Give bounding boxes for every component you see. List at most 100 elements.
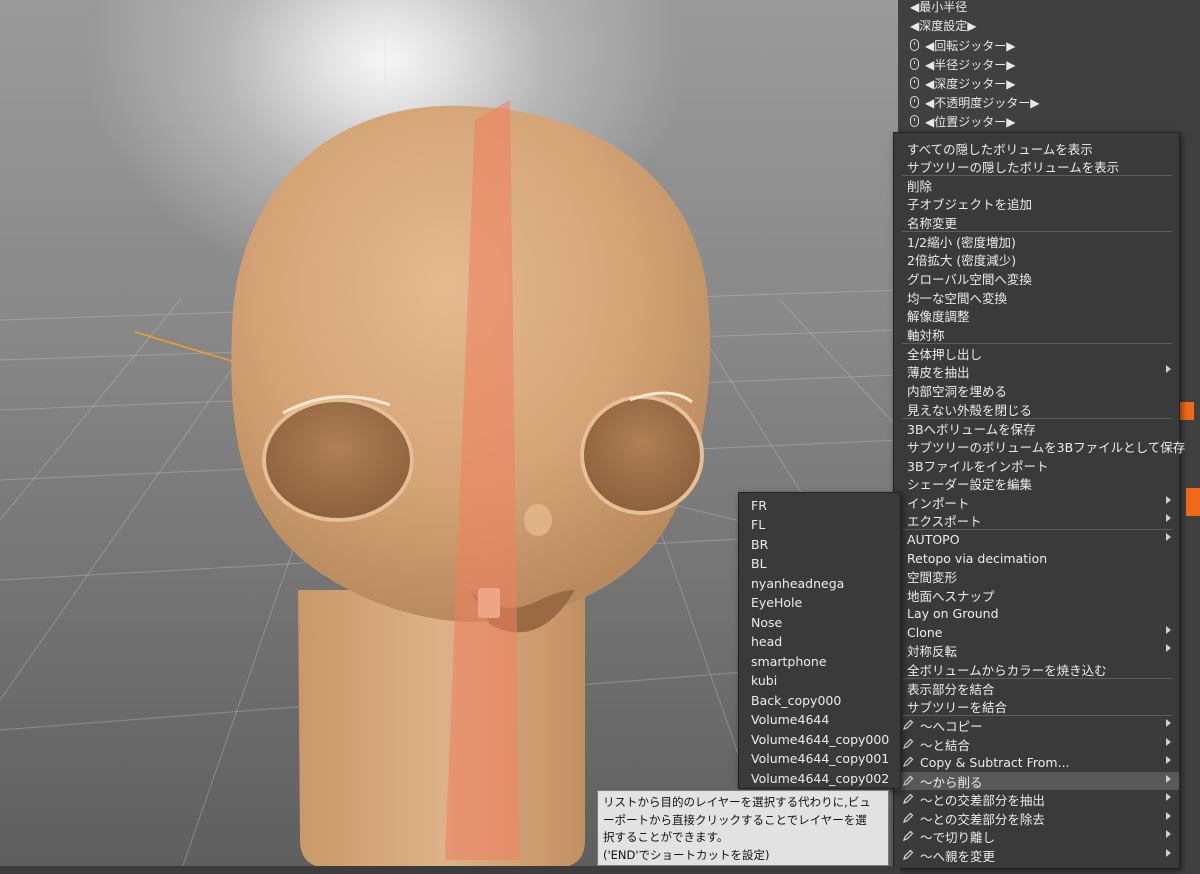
submenu-item-eyehole[interactable]: EyeHole — [739, 593, 900, 612]
menu-item-delete[interactable]: 削除 — [894, 176, 1179, 194]
tooltip-line: ('END'でショートカットを設定) — [603, 847, 770, 862]
menu-item-bake-color[interactable]: 全ボリュームからカラーを焼き込む — [894, 660, 1179, 678]
menu-item-rename[interactable]: 名称変更 — [894, 213, 1179, 231]
submenu-arrow-icon — [1166, 719, 1171, 727]
submenu-item-br[interactable]: BR — [739, 535, 900, 554]
submenu-item-volume4644[interactable]: Volume4644 — [739, 710, 900, 729]
pencil-icon — [903, 849, 914, 860]
panel-accent-chip[interactable] — [1186, 488, 1200, 516]
submenu-arrow-icon — [1166, 812, 1171, 820]
menu-item-save-3b[interactable]: 3Bへボリュームを保存 — [894, 419, 1179, 437]
pencil-icon — [903, 756, 914, 767]
menu-item-merge-with[interactable]: ～と結合 — [894, 735, 1179, 753]
panel-row-depth-setting[interactable]: ◀深度設定▶ — [910, 16, 976, 34]
submenu-item-smartphone[interactable]: smartphone — [739, 652, 900, 671]
submenu-item-fl[interactable]: FL — [739, 515, 900, 534]
menu-item-fill-cavities[interactable]: 内部空洞を埋める — [894, 381, 1179, 399]
submenu-arrow-icon — [1166, 626, 1171, 634]
menu-item-extract-intersection[interactable]: ～との交差部分を抽出 — [894, 790, 1179, 808]
menu-item-import[interactable]: インポート — [894, 493, 1179, 511]
menu-item-lay-on-ground[interactable]: Lay on Ground — [894, 604, 1179, 622]
submenu-arrow-icon — [1166, 756, 1171, 764]
submenu-arrow-icon — [1166, 533, 1171, 541]
panel-row-opacity-jitter[interactable]: ◀不透明度ジッター▶ — [910, 93, 1039, 111]
submenu-arrow-icon — [1166, 514, 1171, 522]
status-bar — [0, 866, 900, 874]
menu-item-retopo-decimation[interactable]: Retopo via decimation — [894, 549, 1179, 567]
menu-item-to-uniform-space[interactable]: 均一な空間へ変換 — [894, 288, 1179, 306]
submenu-item-fr[interactable]: FR — [739, 496, 900, 515]
pencil-icon — [903, 812, 914, 823]
menu-item-close-invisible-shells[interactable]: 見えない外殻を閉じる — [894, 400, 1179, 418]
tooltip-line: ーポートから直接クリックすることでレイヤーを選 — [603, 812, 867, 827]
submenu-arrow-icon — [1166, 496, 1171, 504]
mouse-icon — [910, 39, 919, 51]
menu-item-add-child[interactable]: 子オブジェクトを追加 — [894, 194, 1179, 212]
menu-item-double-scale[interactable]: 2倍拡大 (密度減少) — [894, 250, 1179, 268]
submenu-item-nose[interactable]: Nose — [739, 613, 900, 632]
menu-item-autopo[interactable]: AUTOPO — [894, 530, 1179, 548]
panel-row-rotation-jitter[interactable]: ◀回転ジッター▶ — [910, 36, 1015, 54]
mouse-icon — [910, 115, 919, 127]
tooltip-line: リストから目的のレイヤーを選択する代わりに,ビュ — [603, 795, 871, 809]
submenu-item-bl[interactable]: BL — [739, 554, 900, 573]
menu-item-snap-ground[interactable]: 地面へスナップ — [894, 586, 1179, 604]
menu-item-edit-shader[interactable]: シェーダー設定を編集 — [894, 474, 1179, 492]
menu-item-remove-intersection[interactable]: ～との交差部分を除去 — [894, 809, 1179, 827]
pencil-icon — [903, 775, 914, 786]
submenu-arrow-icon — [1166, 365, 1171, 373]
submenu-item-volume4644-copy002[interactable]: Volume4644_copy002 — [739, 769, 900, 788]
menu-item-show-all-hidden[interactable]: すべての隠したボリュームを表示 — [894, 139, 1179, 157]
submenu-arrow-icon — [1166, 830, 1171, 838]
menu-item-subtract-from[interactable]: ～から削る — [894, 772, 1179, 790]
submenu-arrow-icon — [1166, 775, 1171, 783]
submenu-arrow-icon — [1166, 793, 1171, 801]
pencil-icon — [903, 830, 914, 841]
menu-item-to-global-space[interactable]: グローバル空間へ変換 — [894, 269, 1179, 287]
submenu-item-nyanheadnega[interactable]: nyanheadnega — [739, 574, 900, 593]
menu-item-show-subtree-hidden[interactable]: サブツリーの隠したボリュームを表示 — [894, 157, 1179, 175]
hint-tooltip: リストから目的のレイヤーを選択する代わりに,ビュ ーポートから直接クリックするこ… — [597, 790, 889, 866]
submenu-arrow-icon — [1166, 738, 1171, 746]
menu-item-axial-symmetry[interactable]: 軸対称 — [894, 325, 1179, 343]
submenu-arrow-icon — [1166, 849, 1171, 857]
target-volume-submenu: FR FL BR BL nyanheadnega EyeHole Nose he… — [738, 492, 901, 789]
submenu-item-kubi[interactable]: kubi — [739, 671, 900, 690]
menu-item-merge-visible[interactable]: 表示部分を結合 — [894, 679, 1179, 697]
menu-item-mirror[interactable]: 対称反転 — [894, 641, 1179, 659]
menu-item-export[interactable]: エクスポート — [894, 511, 1179, 529]
panel-row-radius-jitter[interactable]: ◀半径ジッター▶ — [910, 55, 1015, 73]
neck — [298, 590, 585, 868]
panel-row-position-jitter[interactable]: ◀位置ジッター▶ — [910, 112, 1015, 130]
panel-row-min-radius[interactable]: ◀最小半径 — [910, 0, 967, 15]
nose — [524, 504, 552, 536]
submenu-item-back-copy000[interactable]: Back_copy000 — [739, 691, 900, 710]
menu-item-extract-skin[interactable]: 薄皮を抽出 — [894, 362, 1179, 380]
submenu-arrow-icon — [1166, 644, 1171, 652]
mouse-icon — [910, 96, 919, 108]
mouse-icon — [910, 77, 919, 89]
submenu-item-volume4644-copy000[interactable]: Volume4644_copy000 — [739, 730, 900, 749]
pencil-icon — [903, 738, 914, 749]
panel-accent-chip[interactable] — [1180, 402, 1194, 420]
submenu-item-head[interactable]: head — [739, 632, 900, 651]
menu-item-reparent[interactable]: ～へ親を変更 — [894, 846, 1179, 864]
pencil-icon — [903, 719, 914, 730]
tooltip-line: 択することができます。 — [603, 830, 729, 844]
menu-item-copy-subtract-from[interactable]: Copy & Subtract From... — [894, 753, 1179, 771]
menu-item-copy-to[interactable]: ～へコピー — [894, 716, 1179, 734]
menu-item-split-with[interactable]: ～で切り離し — [894, 827, 1179, 845]
menu-item-import-3b[interactable]: 3Bファイルをインポート — [894, 456, 1179, 474]
panel-row-depth-jitter[interactable]: ◀深度ジッター▶ — [910, 74, 1015, 92]
menu-item-clone[interactable]: Clone — [894, 623, 1179, 641]
submenu-item-volume4644-copy001[interactable]: Volume4644_copy001 — [739, 749, 900, 768]
menu-item-resolution[interactable]: 解像度調整 — [894, 306, 1179, 324]
menu-item-half-scale[interactable]: 1/2縮小 (密度増加) — [894, 232, 1179, 250]
pencil-icon — [903, 793, 914, 804]
menu-item-extrude-all[interactable]: 全体押し出し — [894, 344, 1179, 362]
menu-item-space-deform[interactable]: 空間変形 — [894, 567, 1179, 585]
menu-item-merge-subtree[interactable]: サブツリーを結合 — [894, 697, 1179, 715]
menu-item-save-subtree-3b[interactable]: サブツリーのボリュームを3Bファイルとして保存 — [894, 437, 1185, 455]
volume-context-menu: すべての隠したボリュームを表示 サブツリーの隠したボリュームを表示 削除 子オブ… — [893, 132, 1185, 869]
mouse-icon — [910, 58, 919, 70]
